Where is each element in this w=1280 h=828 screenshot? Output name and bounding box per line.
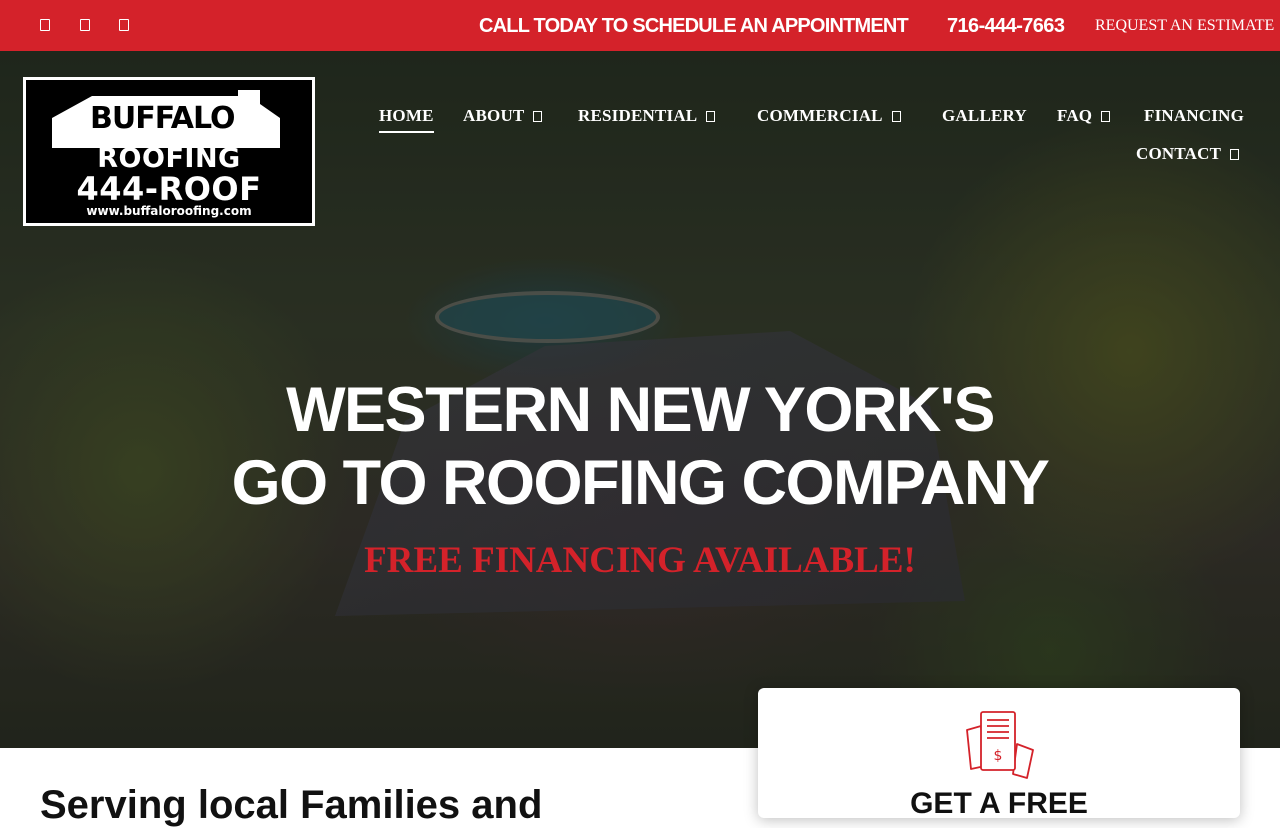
nav-financing-label: FINANCING [1144, 106, 1245, 125]
nav-home[interactable]: HOME [379, 105, 434, 133]
nav-faq-label: FAQ [1057, 106, 1093, 125]
logo-buffalo-text: BUFFALO [90, 101, 236, 136]
nav-commercial-label: COMMERCIAL [757, 106, 883, 125]
nav-contact[interactable]: CONTACT [1136, 143, 1240, 165]
site-logo[interactable]: BUFFALO ROOFING 444-ROOF www.buffaloroof… [23, 77, 315, 226]
facebook-icon[interactable] [38, 17, 52, 33]
nav-faq[interactable]: FAQ [1057, 105, 1111, 127]
nav-gallery-label: GALLERY [942, 106, 1027, 125]
nav-contact-label: CONTACT [1136, 144, 1222, 163]
chevron-down-icon [706, 111, 716, 122]
instagram-icon[interactable] [117, 17, 131, 33]
nav-commercial[interactable]: COMMERCIAL [757, 105, 901, 127]
section-title: Serving local Families and [40, 783, 543, 827]
chevron-down-icon [1101, 111, 1111, 122]
hero-subheadline: FREE FINANCING AVAILABLE! [364, 540, 916, 581]
nav-financing[interactable]: FINANCING [1144, 105, 1244, 127]
pool-shape [435, 291, 660, 343]
top-bar: CALL TODAY TO SCHEDULE AN APPOINTMENT 71… [0, 0, 1280, 51]
chevron-down-icon [1230, 149, 1240, 160]
hero-headline-line2: GO TO ROOFING COMPANY [231, 448, 1050, 518]
nav-gallery[interactable]: GALLERY [942, 105, 1027, 127]
hero-headline-line1: WESTERN NEW YORK'S [286, 375, 995, 445]
nav-residential-label: RESIDENTIAL [578, 106, 698, 125]
svg-text:$: $ [994, 748, 1003, 764]
twitter-icon[interactable] [78, 17, 92, 33]
request-estimate-link[interactable]: REQUEST AN ESTIMATE [1095, 15, 1274, 37]
free-estimate-card[interactable]: $ GET A FREE [758, 688, 1240, 820]
logo-url-text: www.buffaloroofing.com [86, 204, 252, 218]
invoice-dollar-icon: $ [966, 711, 1034, 779]
nav-about[interactable]: ABOUT [463, 105, 543, 127]
nav-home-label: HOME [379, 106, 434, 125]
nav-residential[interactable]: RESIDENTIAL [578, 105, 716, 127]
chevron-down-icon [533, 111, 543, 122]
logo-phone-text: 444-ROOF [76, 170, 262, 208]
card-title: GET A FREE [910, 787, 1088, 820]
chevron-down-icon [891, 111, 901, 122]
nav-about-label: ABOUT [463, 106, 525, 125]
phone-link[interactable]: 716-444-7663 [947, 13, 1065, 39]
call-to-action-text: CALL TODAY TO SCHEDULE AN APPOINTMENT [479, 15, 909, 37]
